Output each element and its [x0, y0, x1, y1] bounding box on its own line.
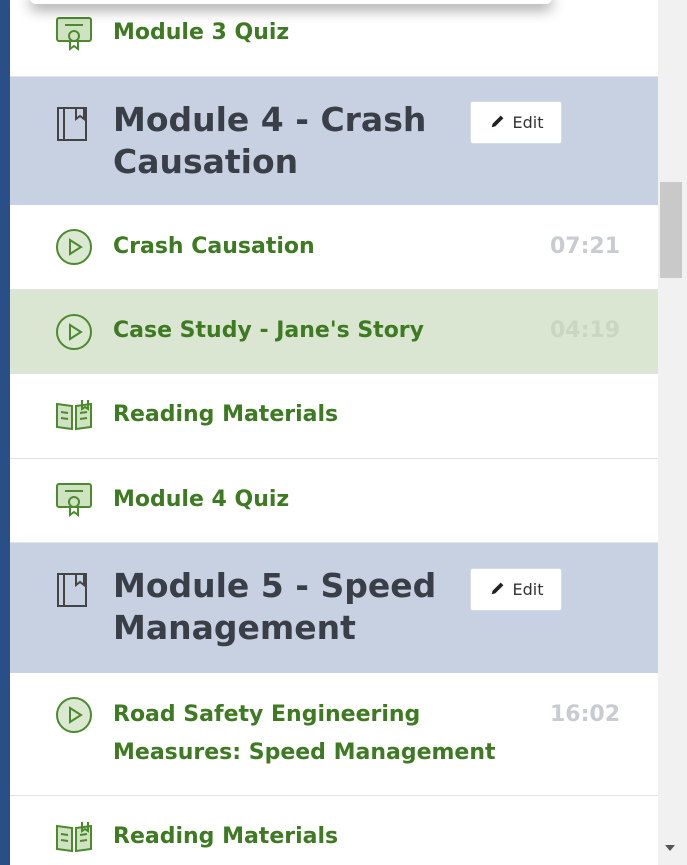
list-item-label: Crash Causation [113, 234, 315, 259]
pencil-icon [489, 112, 507, 134]
duration: 07:21 [549, 234, 620, 259]
edit-button[interactable]: Edit [470, 568, 562, 611]
list-item-label: Case Study - Jane's Story [113, 318, 424, 343]
certificate-icon [54, 480, 94, 520]
edit-button-label: Edit [512, 580, 544, 599]
open-book-icon [54, 818, 94, 858]
play-circle-icon [54, 695, 94, 735]
list-item-label: Road Safety Engineering Measures: Speed … [113, 702, 496, 765]
list-item-label: Reading Materials [113, 824, 339, 849]
list-item-case-study[interactable]: Case Study - Jane's Story 04:19 [10, 290, 658, 374]
list-item-crash-causation[interactable]: Crash Causation 07:21 [10, 205, 658, 290]
edit-button[interactable]: Edit [470, 101, 562, 144]
list-item-label: Module 4 Quiz [113, 487, 290, 512]
module-title: Module 4 - Crash Causation [113, 100, 427, 181]
module-header-5: Module 5 - Speed Management Edit [10, 543, 658, 673]
book-icon [54, 571, 92, 609]
list-item-label: Reading Materials [113, 402, 339, 427]
duration: 04:19 [549, 318, 620, 343]
certificate-icon [54, 14, 94, 54]
scroll-down-arrow-icon[interactable] [665, 845, 675, 851]
module-header-4: Module 4 - Crash Causation Edit [10, 77, 658, 205]
edit-button-label: Edit [512, 113, 544, 132]
book-icon [54, 105, 92, 143]
open-book-icon [54, 396, 94, 436]
list-item-module-4-quiz[interactable]: Module 4 Quiz [10, 459, 658, 543]
play-circle-icon [54, 312, 94, 352]
scrollbar-thumb[interactable] [660, 182, 682, 278]
dropdown-shadow-edge [30, 0, 552, 4]
pencil-icon [489, 579, 507, 601]
list-item-road-safety-speed[interactable]: Road Safety Engineering Measures: Speed … [10, 673, 658, 796]
list-item-reading-materials[interactable]: Reading Materials [10, 796, 658, 865]
list-item-label: Module 3 Quiz [113, 20, 290, 45]
scrollbar[interactable] [658, 0, 687, 865]
course-outline-panel: Module 3 Quiz Module 4 - Crash Causation… [10, 0, 658, 865]
duration: 16:02 [549, 702, 620, 727]
play-circle-icon [54, 227, 94, 267]
module-title: Module 5 - Speed Management [113, 566, 437, 647]
list-item-reading-materials[interactable]: Reading Materials [10, 374, 658, 459]
list-item-module-3-quiz[interactable]: Module 3 Quiz [10, 0, 658, 77]
